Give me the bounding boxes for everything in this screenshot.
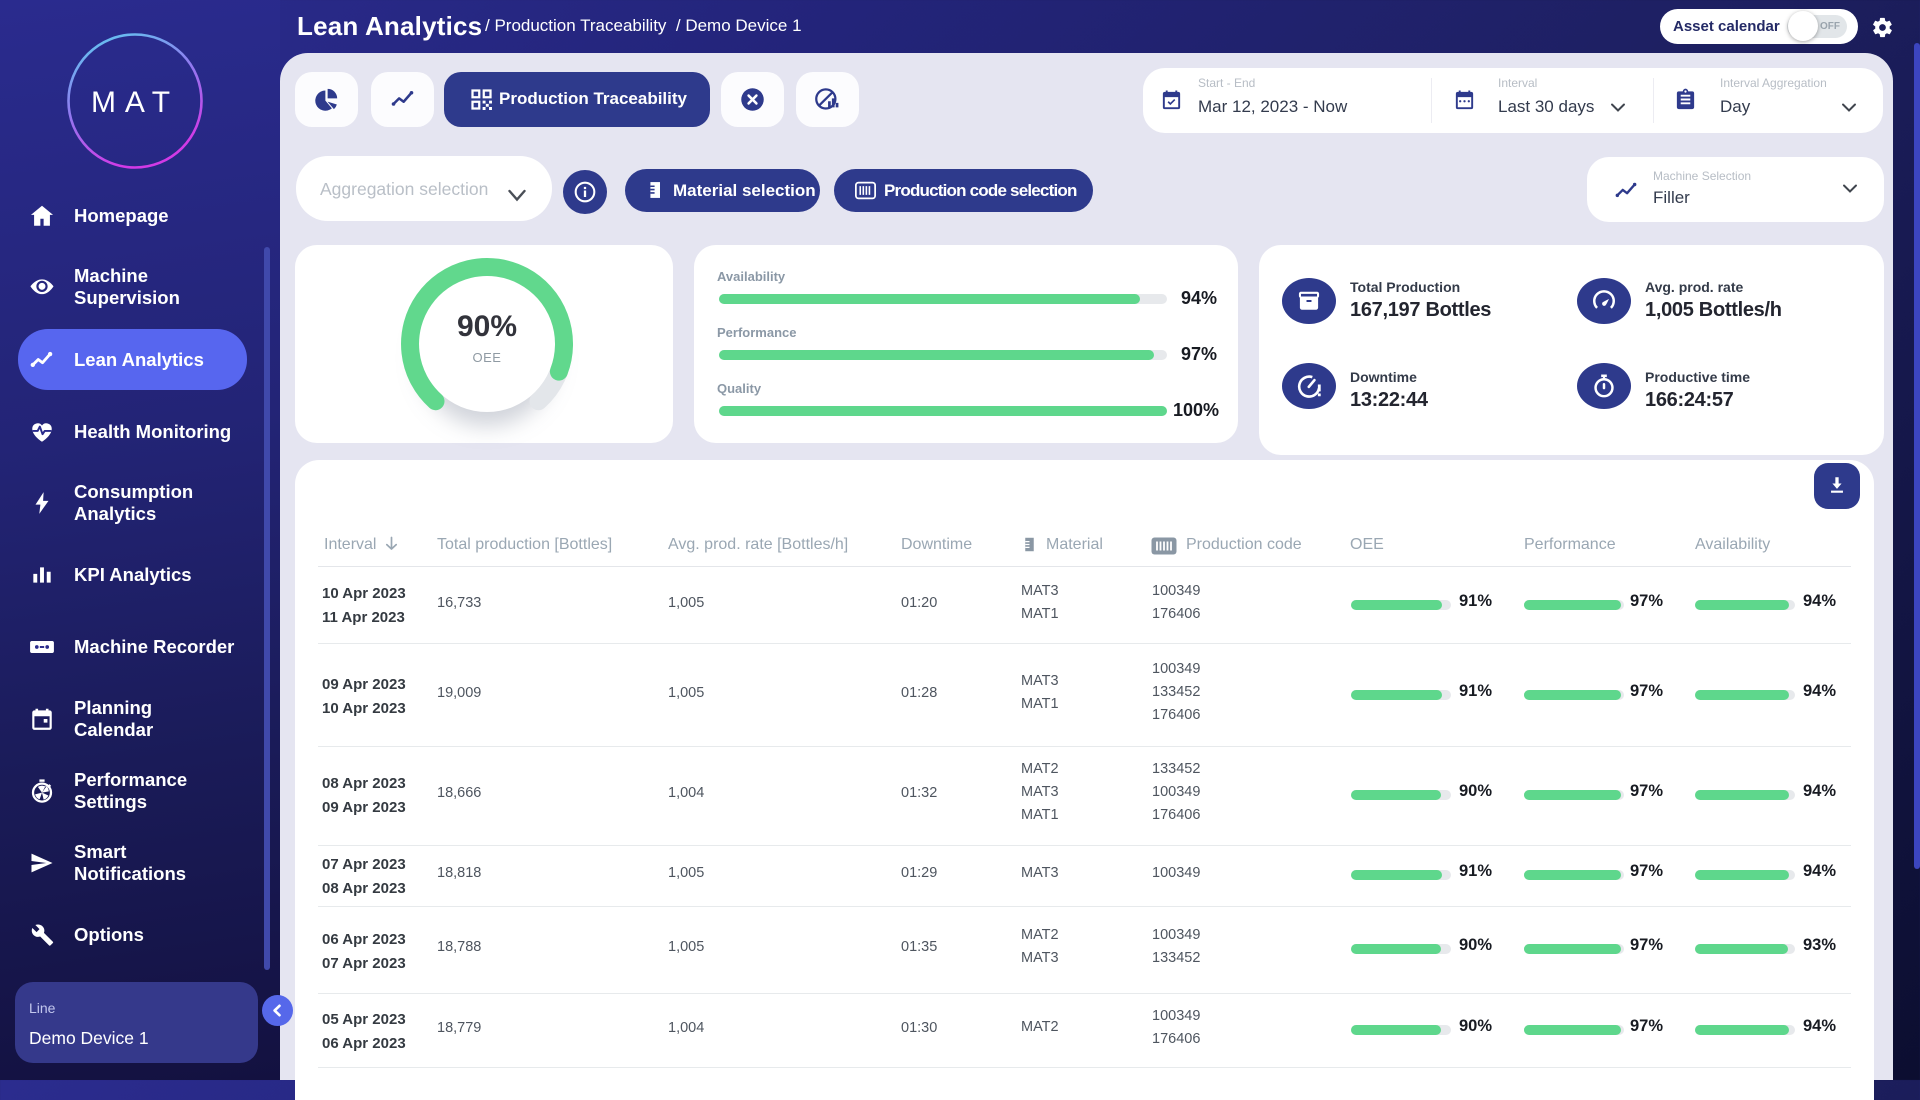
svg-text:MAT: MAT bbox=[91, 86, 179, 119]
